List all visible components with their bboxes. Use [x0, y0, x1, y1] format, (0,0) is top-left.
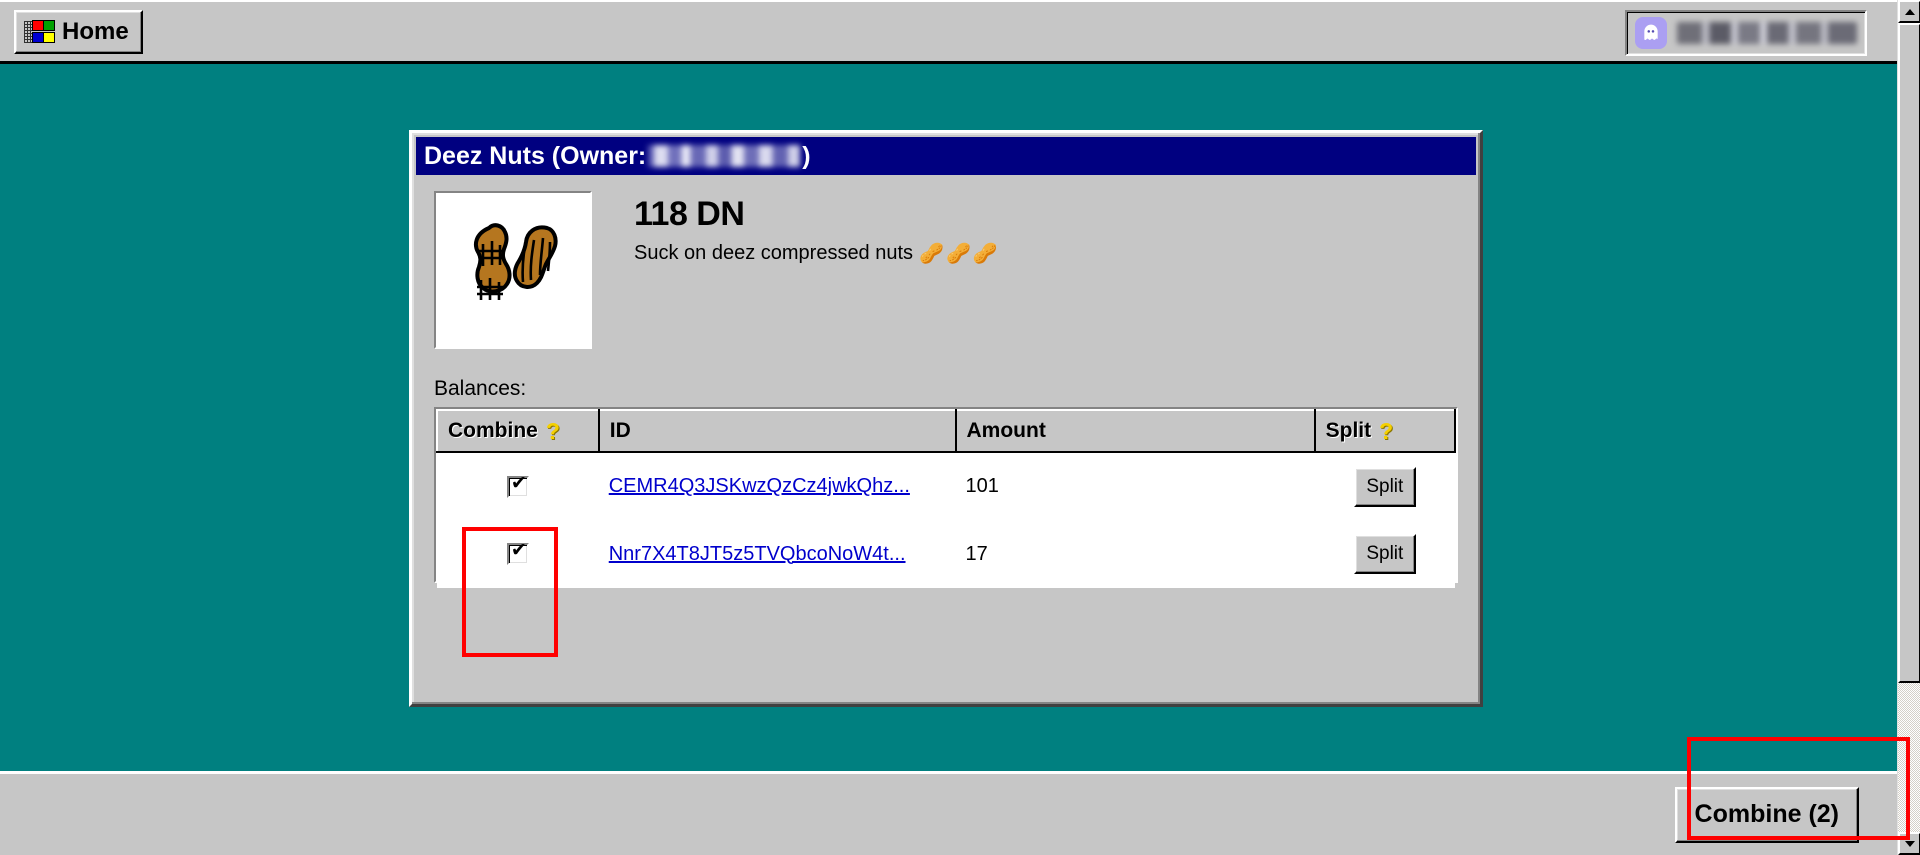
balances-table-head: Combine ? ID Amount Split ?	[436, 409, 1457, 453]
peanut-emoji-icons: 🥜🥜🥜	[919, 242, 1000, 265]
wallet-chip[interactable]	[1625, 10, 1867, 56]
token-amount: 118 DN	[634, 195, 745, 233]
balances-table: Combine ? ID Amount Split ? ✔ CEMR4Q3JSK…	[436, 409, 1457, 588]
triangle-up-icon	[1904, 8, 1915, 15]
column-header-combine[interactable]: Combine ?	[436, 409, 600, 453]
wallet-address-redacted	[1677, 22, 1857, 44]
bottom-action-bar: Combine (2)	[0, 771, 1897, 855]
window-title-bar: Deez Nuts (Owner: )	[416, 137, 1476, 175]
balances-label: Balances:	[434, 377, 527, 400]
taskbar: Home	[0, 0, 1897, 64]
table-row: CEMR4Q3JSKwzQzCz4jwkQhz... 101 Split	[437, 452, 1455, 520]
column-header-amount[interactable]: Amount	[954, 409, 1316, 453]
column-header-id-label: ID	[609, 419, 631, 442]
table-row: Nnr7X4T8JT5z5TVQbcoNoW4t... 17 Split	[437, 520, 1455, 588]
row-amount-cell: 17	[955, 520, 1315, 588]
triangle-down-icon	[1904, 840, 1915, 847]
row-amount-cell: 101	[955, 452, 1315, 520]
owner-address-redacted	[648, 145, 801, 167]
window-title: Deez Nuts (Owner: )	[424, 142, 811, 171]
row-split-cell: Split	[1314, 452, 1455, 520]
row-combine-cell	[437, 452, 599, 520]
token-window: Deez Nuts (Owner: ) 118 DN Suck on deez …	[409, 130, 1483, 707]
scroll-down-button[interactable]	[1898, 832, 1920, 855]
window-body: 118 DN Suck on deez compressed nuts 🥜🥜🥜 …	[416, 175, 1476, 700]
scrollbar-thumb[interactable]	[1898, 23, 1920, 683]
row-split-cell: Split	[1314, 520, 1455, 588]
windows-flag-icon	[24, 19, 55, 45]
page-scrollbar[interactable]	[1897, 0, 1920, 855]
help-icon-combine[interactable]: ?	[546, 419, 560, 443]
combine-checkbox[interactable]	[506, 541, 529, 566]
combine-checkbox[interactable]	[506, 474, 529, 498]
column-header-split[interactable]: Split ?	[1313, 409, 1457, 453]
balance-id-link[interactable]: CEMR4Q3JSKwzQzCz4jwkQhz...	[609, 475, 910, 497]
balance-id-link[interactable]: Nnr7X4T8JT5z5TVQbcoNoW4t...	[609, 543, 906, 565]
scrollbar-track[interactable]	[1898, 23, 1920, 832]
table-header-row: Combine ? ID Amount Split ?	[436, 409, 1457, 453]
token-header: 118 DN Suck on deez compressed nuts 🥜🥜🥜	[434, 191, 1458, 349]
window-title-prefix: Deez Nuts (Owner:	[424, 141, 647, 170]
row-id-cell: Nnr7X4T8JT5z5TVQbcoNoW4t...	[598, 520, 956, 588]
column-header-amount-label: Amount	[966, 419, 1046, 442]
scroll-up-button[interactable]	[1898, 0, 1920, 23]
column-header-id[interactable]: ID	[597, 409, 957, 453]
row-id-cell: CEMR4Q3JSKwzQzCz4jwkQhz...	[598, 452, 956, 520]
column-header-combine-label: Combine	[448, 419, 538, 442]
token-description: Suck on deez compressed nuts	[634, 241, 914, 264]
row-combine-cell	[437, 520, 599, 588]
home-button-label: Home	[62, 17, 129, 45]
help-icon-split[interactable]: ?	[1379, 419, 1393, 443]
column-header-split-label: Split	[1325, 419, 1372, 442]
home-button[interactable]: Home	[14, 9, 143, 54]
peanuts-image	[434, 191, 592, 349]
token-description-row: Suck on deez compressed nuts 🥜🥜🥜	[634, 241, 1000, 266]
ghost-icon	[1635, 17, 1667, 49]
window-title-suffix: )	[802, 141, 811, 170]
split-button[interactable]: Split	[1353, 534, 1416, 574]
balances-table-body: CEMR4Q3JSKwzQzCz4jwkQhz... 101 Split	[437, 452, 1455, 588]
token-meta: 118 DN Suck on deez compressed nuts 🥜🥜🥜	[634, 191, 1000, 266]
combine-button[interactable]: Combine (2)	[1674, 786, 1859, 843]
balances-table-container: Combine ? ID Amount Split ? ✔ CEMR4Q3JSK…	[434, 407, 1458, 588]
split-button[interactable]: Split	[1353, 466, 1416, 507]
desktop-background: Home Deez Nuts (Owner:) 118 DN Suck on …	[0, 0, 1920, 855]
